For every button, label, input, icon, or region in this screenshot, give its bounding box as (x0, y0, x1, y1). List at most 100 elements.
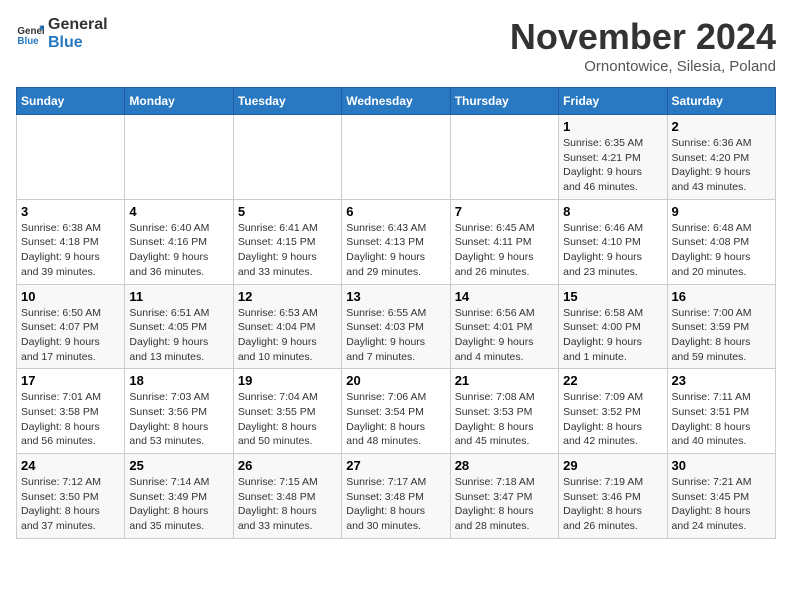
day-number: 10 (21, 289, 120, 304)
day-cell: 25Sunrise: 7:14 AM Sunset: 3:49 PM Dayli… (125, 454, 233, 539)
day-detail: Sunrise: 7:19 AM Sunset: 3:46 PM Dayligh… (563, 475, 662, 534)
day-detail: Sunrise: 6:43 AM Sunset: 4:13 PM Dayligh… (346, 221, 445, 280)
header-sunday: Sunday (17, 88, 125, 115)
day-cell: 16 Sunrise: 7:00 AM Sunset: 3:59 PM Dayli… (667, 284, 775, 369)
day-number: 30 (672, 458, 771, 473)
day-cell: 14 Sunrise: 6:56 AM Sunset: 4:01 PM Dayli… (450, 284, 558, 369)
day-cell: 15 Sunrise: 6:58 AM Sunset: 4:00 PM Dayli… (559, 284, 667, 369)
day-cell: 17 Sunrise: 7:01 AM Sunset: 3:58 PM Dayli… (17, 369, 125, 454)
day-cell: 7 Sunrise: 6:45 AM Sunset: 4:11 PM Daylig… (450, 199, 558, 284)
logo: General Blue General Blue (16, 16, 108, 51)
day-number: 24 (21, 458, 120, 473)
day-number: 25 (129, 458, 228, 473)
day-number: 18 (129, 373, 228, 388)
day-detail: Sunrise: 6:56 AM Sunset: 4:01 PM Dayligh… (455, 306, 554, 365)
day-number: 14 (455, 289, 554, 304)
day-detail: Sunrise: 7:03 AM Sunset: 3:56 PM Dayligh… (129, 390, 228, 449)
day-number: 1 (563, 119, 662, 134)
day-detail: Sunrise: 6:51 AM Sunset: 4:05 PM Dayligh… (129, 306, 228, 365)
day-detail: Sunrise: 7:00 AM Sunset: 3:59 PM Dayligh… (672, 306, 771, 365)
day-cell: 29 Sunrise: 7:19 AM Sunset: 3:46 PM Dayli… (559, 454, 667, 539)
day-number: 20 (346, 373, 445, 388)
day-cell (450, 115, 558, 200)
day-detail: Sunrise: 7:15 AM Sunset: 3:48 PM Dayligh… (238, 475, 337, 534)
day-number: 21 (455, 373, 554, 388)
day-cell: 26 Sunrise: 7:15 AM Sunset: 3:48 PM Dayli… (233, 454, 341, 539)
day-cell (17, 115, 125, 200)
day-detail: Sunrise: 7:12 AM Sunset: 3:50 PM Dayligh… (21, 475, 120, 534)
logo-blue: Blue (48, 34, 108, 52)
day-detail: Sunrise: 6:40 AM Sunset: 4:16 PM Dayligh… (129, 221, 228, 280)
title-area: November 2024 Ornontowice, Silesia, Pola… (510, 16, 776, 75)
day-detail: Sunrise: 6:41 AM Sunset: 4:15 PM Dayligh… (238, 221, 337, 280)
day-detail: Sunrise: 7:17 AM Sunset: 3:48 PM Dayligh… (346, 475, 445, 534)
day-cell (233, 115, 341, 200)
day-cell: 27 Sunrise: 7:17 AM Sunset: 3:48 PM Dayli… (342, 454, 450, 539)
day-number: 19 (238, 373, 337, 388)
day-detail: Sunrise: 6:46 AM Sunset: 4:10 PM Dayligh… (563, 221, 662, 280)
day-number: 23 (672, 373, 771, 388)
day-detail: Sunrise: 7:08 AM Sunset: 3:53 PM Dayligh… (455, 390, 554, 449)
day-detail: Sunrise: 7:04 AM Sunset: 3:55 PM Dayligh… (238, 390, 337, 449)
day-cell: 10 Sunrise: 6:50 AM Sunset: 4:07 PM Dayli… (17, 284, 125, 369)
day-number: 3 (21, 204, 120, 219)
day-cell: 4 Sunrise: 6:40 AM Sunset: 4:16 PM Daylig… (125, 199, 233, 284)
day-detail: Sunrise: 6:45 AM Sunset: 4:11 PM Dayligh… (455, 221, 554, 280)
day-number: 2 (672, 119, 771, 134)
week-row-2: 3 Sunrise: 6:38 AM Sunset: 4:18 PM Daylig… (17, 199, 776, 284)
header-thursday: Thursday (450, 88, 558, 115)
day-cell: 30 Sunrise: 7:21 AM Sunset: 3:45 PM Dayli… (667, 454, 775, 539)
page-header: General Blue General Blue November 2024 … (16, 16, 776, 75)
day-cell: 18 Sunrise: 7:03 AM Sunset: 3:56 PM Dayli… (125, 369, 233, 454)
day-number: 15 (563, 289, 662, 304)
header-saturday: Saturday (667, 88, 775, 115)
header-monday: Monday (125, 88, 233, 115)
day-detail: Sunrise: 6:38 AM Sunset: 4:18 PM Dayligh… (21, 221, 120, 280)
day-detail: Sunrise: 6:35 AM Sunset: 4:21 PM Dayligh… (563, 136, 662, 195)
calendar-table: SundayMondayTuesdayWednesdayThursdayFrid… (16, 87, 776, 539)
header-friday: Friday (559, 88, 667, 115)
day-detail: Sunrise: 7:21 AM Sunset: 3:45 PM Dayligh… (672, 475, 771, 534)
day-detail: Sunrise: 6:50 AM Sunset: 4:07 PM Dayligh… (21, 306, 120, 365)
location-subtitle: Ornontowice, Silesia, Poland (510, 58, 776, 75)
day-cell: 19 Sunrise: 7:04 AM Sunset: 3:55 PM Dayli… (233, 369, 341, 454)
day-detail: Sunrise: 6:55 AM Sunset: 4:03 PM Dayligh… (346, 306, 445, 365)
day-number: 12 (238, 289, 337, 304)
logo-general: General (48, 16, 108, 34)
month-title: November 2024 (510, 16, 776, 58)
day-detail: Sunrise: 7:01 AM Sunset: 3:58 PM Dayligh… (21, 390, 120, 449)
day-number: 7 (455, 204, 554, 219)
day-cell: 11Sunrise: 6:51 AM Sunset: 4:05 PM Dayli… (125, 284, 233, 369)
day-detail: Sunrise: 7:18 AM Sunset: 3:47 PM Dayligh… (455, 475, 554, 534)
day-number: 5 (238, 204, 337, 219)
day-number: 4 (129, 204, 228, 219)
day-number: 13 (346, 289, 445, 304)
day-detail: Sunrise: 7:09 AM Sunset: 3:52 PM Dayligh… (563, 390, 662, 449)
day-detail: Sunrise: 6:48 AM Sunset: 4:08 PM Dayligh… (672, 221, 771, 280)
day-detail: Sunrise: 6:58 AM Sunset: 4:00 PM Dayligh… (563, 306, 662, 365)
week-row-4: 17 Sunrise: 7:01 AM Sunset: 3:58 PM Dayli… (17, 369, 776, 454)
day-cell: 8Sunrise: 6:46 AM Sunset: 4:10 PM Daylig… (559, 199, 667, 284)
day-number: 16 (672, 289, 771, 304)
day-cell: 13 Sunrise: 6:55 AM Sunset: 4:03 PM Dayli… (342, 284, 450, 369)
day-cell: 3 Sunrise: 6:38 AM Sunset: 4:18 PM Daylig… (17, 199, 125, 284)
day-detail: Sunrise: 6:36 AM Sunset: 4:20 PM Dayligh… (672, 136, 771, 195)
day-number: 27 (346, 458, 445, 473)
day-number: 9 (672, 204, 771, 219)
day-cell: 22Sunrise: 7:09 AM Sunset: 3:52 PM Dayli… (559, 369, 667, 454)
day-cell: 9 Sunrise: 6:48 AM Sunset: 4:08 PM Daylig… (667, 199, 775, 284)
day-number: 17 (21, 373, 120, 388)
day-cell (342, 115, 450, 200)
day-cell: 6 Sunrise: 6:43 AM Sunset: 4:13 PM Daylig… (342, 199, 450, 284)
day-cell: 21 Sunrise: 7:08 AM Sunset: 3:53 PM Dayli… (450, 369, 558, 454)
header-wednesday: Wednesday (342, 88, 450, 115)
day-cell (125, 115, 233, 200)
day-cell: 23Sunrise: 7:11 AM Sunset: 3:51 PM Dayli… (667, 369, 775, 454)
day-number: 26 (238, 458, 337, 473)
svg-text:Blue: Blue (17, 35, 39, 46)
week-row-1: 1 Sunrise: 6:35 AM Sunset: 4:21 PM Daylig… (17, 115, 776, 200)
day-number: 28 (455, 458, 554, 473)
day-cell: 20Sunrise: 7:06 AM Sunset: 3:54 PM Dayli… (342, 369, 450, 454)
day-number: 6 (346, 204, 445, 219)
day-number: 29 (563, 458, 662, 473)
